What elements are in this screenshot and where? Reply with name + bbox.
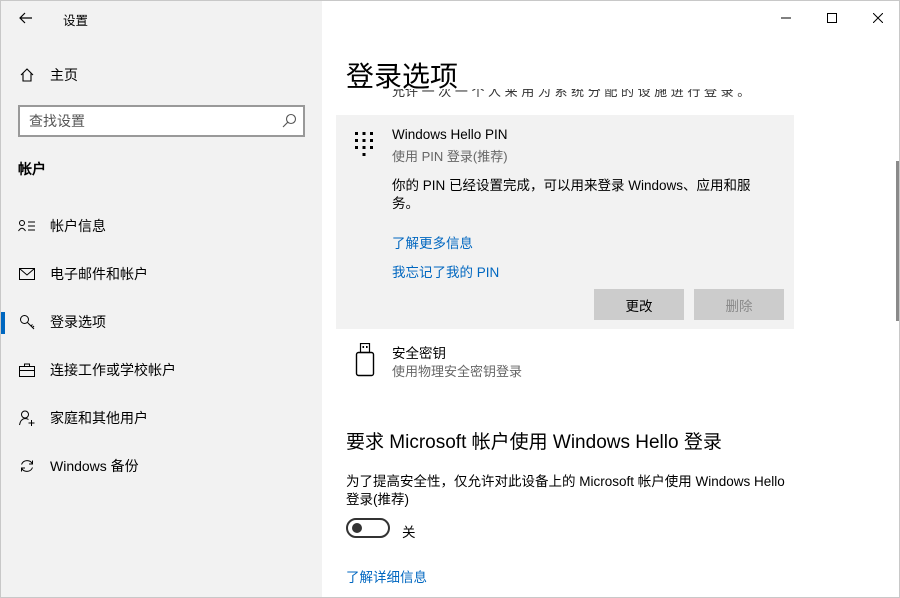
sidebar-item-account-info[interactable]: 帐户信息 <box>1 208 322 244</box>
search-icon[interactable] <box>281 113 297 129</box>
search-box[interactable] <box>18 105 305 137</box>
change-button[interactable]: 更改 <box>594 289 684 320</box>
sidebar-item-label: 连接工作或学校帐户 <box>50 362 176 378</box>
settings-window: 设置 主页 帐户 <box>0 0 900 598</box>
sidebar-item-label: Windows 备份 <box>50 458 139 474</box>
pin-description: 你的 PIN 已经设置完成，可以用来登录 Windows、应用和服务。 <box>392 178 751 211</box>
account-info-icon <box>17 216 37 236</box>
pin-subtitle: 使用 PIN 登录(推荐) <box>392 149 508 164</box>
selection-indicator <box>1 312 5 334</box>
close-button[interactable] <box>855 1 899 35</box>
window-controls <box>763 1 899 35</box>
close-icon <box>873 13 883 23</box>
app-title: 设置 <box>63 14 89 28</box>
pin-title: Windows Hello PIN <box>392 127 508 142</box>
sidebar-item-label: 电子邮件和帐户 <box>50 266 148 282</box>
home-icon <box>17 65 37 85</box>
hello-section-description: 为了提高安全性，仅允许对此设备上的 Microsoft 帐户使用 Windows… <box>346 474 785 507</box>
home-nav-item[interactable]: 主页 <box>1 59 322 91</box>
maximize-button[interactable] <box>809 1 855 35</box>
sidebar-item-family[interactable]: 家庭和其他用户 <box>1 400 322 436</box>
back-arrow-icon <box>19 12 32 24</box>
home-label: 主页 <box>50 67 78 83</box>
usb-key-icon <box>355 343 375 377</box>
titlebar-left: 设置 <box>1 1 322 35</box>
sidebar-item-label: 家庭和其他用户 <box>50 410 148 426</box>
key-icon <box>17 312 37 332</box>
sidebar: 设置 主页 帐户 <box>1 1 322 597</box>
security-key-subtitle: 使用物理安全密钥登录 <box>392 364 523 379</box>
sidebar-item-label: 登录选项 <box>50 314 106 330</box>
mail-icon <box>17 264 37 284</box>
search-input[interactable] <box>20 107 270 135</box>
toggle-state-label: 关 <box>402 525 416 540</box>
sidebar-item-label: 帐户信息 <box>50 218 106 234</box>
sidebar-item-backup[interactable]: Windows 备份 <box>1 448 322 484</box>
sync-icon <box>17 456 37 476</box>
keypad-icon <box>355 132 373 156</box>
minimize-icon <box>781 17 791 19</box>
section-header: 帐户 <box>18 161 46 177</box>
minimize-button[interactable] <box>763 1 809 35</box>
pin-card: Windows Hello PIN 使用 PIN 登录(推荐) 你的 PIN 已… <box>336 115 794 329</box>
main-content: 登录选项 允许 一 次 一 个 人 来 用 为 系 统 分 配 的 设 施 进 … <box>322 1 899 597</box>
sidebar-item-sign-in-options[interactable]: 登录选项 <box>1 304 322 340</box>
remove-button[interactable]: 删除 <box>694 289 784 320</box>
scrollbar[interactable] <box>896 161 899 321</box>
sidebar-item-work-school[interactable]: 连接工作或学校帐户 <box>1 352 322 388</box>
hello-toggle[interactable] <box>346 518 390 538</box>
hello-section-title: 要求 Microsoft 帐户使用 Windows Hello 登录 <box>346 432 722 453</box>
clipped-text: 允许 一 次 一 个 人 来 用 为 系 统 分 配 的 设 施 进 行 登 录… <box>392 89 751 97</box>
add-person-icon <box>17 408 37 428</box>
security-key-option[interactable]: 安全密钥 使用物理安全密钥登录 <box>336 339 794 383</box>
maximize-icon <box>827 13 837 23</box>
back-button[interactable] <box>11 5 41 31</box>
sidebar-item-email[interactable]: 电子邮件和帐户 <box>1 256 322 292</box>
forgot-pin-link[interactable]: 我忘记了我的 PIN <box>392 261 499 281</box>
learn-details-link[interactable]: 了解详细信息 <box>346 566 427 586</box>
security-key-title: 安全密钥 <box>392 346 446 361</box>
briefcase-icon <box>17 360 37 380</box>
toggle-knob <box>352 523 362 533</box>
learn-more-link[interactable]: 了解更多信息 <box>392 232 473 252</box>
